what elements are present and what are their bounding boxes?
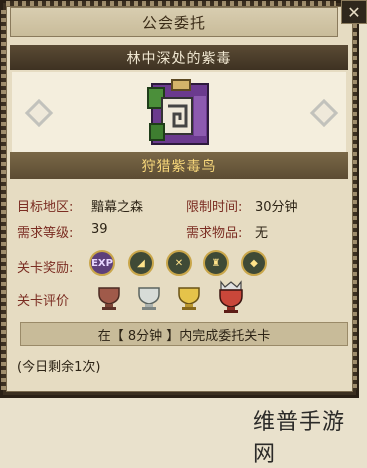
poison-bird-quest-icon (147, 79, 209, 145)
gem-icon[interactable]: ◆ (241, 250, 267, 276)
area-label: 目标地区: (17, 200, 74, 215)
window-title: 公会委托 (10, 7, 338, 37)
level-value: 39 (91, 222, 108, 237)
exp-icon[interactable]: EXP (89, 250, 115, 276)
watermark-text: 维普手游网 (253, 410, 346, 467)
time-label: 限制时间: (186, 200, 243, 215)
daily-remaining: (今日剩余1次) (17, 360, 101, 375)
armor-icon[interactable]: ♜ (203, 250, 229, 276)
material-icon[interactable]: ◢ (128, 250, 154, 276)
level-label: 需求等级: (17, 226, 74, 241)
bronze-cup-icon (98, 287, 120, 310)
evaluation-label: 关卡评价 (17, 294, 70, 309)
item-value: 无 (255, 226, 269, 241)
rewards-label: 关卡奖励: (17, 261, 74, 276)
area-value: 黯幕之森 (91, 200, 144, 215)
crowned-cup-icon (219, 280, 243, 313)
time-value: 30分钟 (255, 200, 298, 215)
target-monster: 狩猎紫毒鸟 (10, 152, 348, 179)
completion-condition: 在【 8分钟 】内完成委托关卡 (20, 322, 348, 346)
item-label: 需求物品: (186, 226, 243, 241)
quest-name: 林中深处的紫毒 (10, 45, 348, 70)
gold-cup-icon (178, 287, 200, 310)
close-icon: ✕ (347, 2, 361, 22)
crossed-swords-icon[interactable]: ✕ (166, 250, 192, 276)
close-button[interactable]: ✕ (341, 0, 367, 24)
silver-cup-icon (138, 287, 160, 310)
